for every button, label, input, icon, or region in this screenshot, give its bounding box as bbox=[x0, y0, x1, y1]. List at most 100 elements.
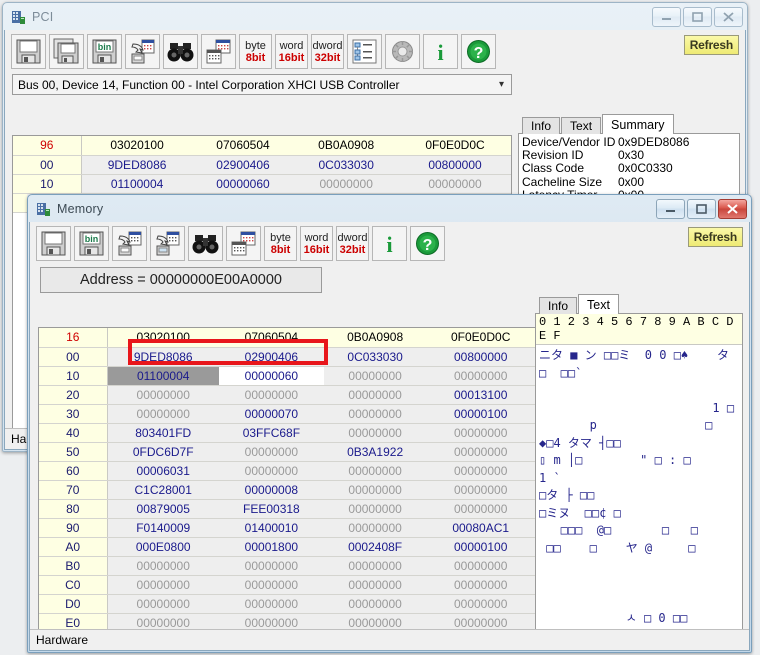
table-row[interactable]: 80 00879005 FEE00318 00000000 00000000 bbox=[39, 499, 535, 519]
pci-tab-text[interactable]: Text bbox=[561, 117, 602, 134]
hex-cell[interactable]: 00000100 bbox=[426, 537, 535, 557]
import-icon[interactable] bbox=[125, 34, 160, 69]
hex-cell[interactable]: 00000000 bbox=[323, 556, 427, 576]
pci-tabs[interactable]: Info Text Summary bbox=[518, 114, 740, 134]
hex-cell[interactable]: 00001800 bbox=[218, 537, 324, 557]
hex-cell[interactable]: 00000100 bbox=[426, 404, 535, 424]
hex-cell[interactable]: 00000000 bbox=[323, 594, 427, 614]
byte-8bit-icon[interactable]: byte 8bit bbox=[239, 34, 272, 69]
table-row[interactable]: 30 00000000 00000070 00000000 00000100 bbox=[39, 404, 535, 424]
minimize-button[interactable] bbox=[652, 7, 681, 27]
pci-toolbar[interactable]: bin byte 8bit word 16bit dword 32bit i ?… bbox=[5, 30, 745, 72]
hex-cell[interactable]: 00000000 bbox=[399, 174, 511, 194]
table-row[interactable]: 10 01100004 00000060 00000000 00000000 bbox=[13, 174, 511, 194]
memory-tab-info[interactable]: Info bbox=[539, 297, 578, 314]
hex-cell[interactable]: 00000070 bbox=[218, 404, 324, 424]
hex-cell[interactable]: 00000000 bbox=[218, 575, 324, 595]
dword-32bit-icon[interactable]: dword 32bit bbox=[311, 34, 344, 69]
hex-cell[interactable]: 00000000 bbox=[107, 575, 219, 595]
hex-cell[interactable]: 0FDC6D7F bbox=[107, 442, 219, 462]
table-row[interactable]: 90 F0140009 01400010 00000000 00080AC1 bbox=[39, 518, 535, 538]
memory-address-field[interactable]: Address = 00000000E00A0000 bbox=[40, 267, 322, 293]
hex-cell[interactable]: 00000000 bbox=[218, 556, 324, 576]
hex-cell[interactable]: 00013100 bbox=[426, 385, 535, 405]
hex-cell[interactable]: 00800000 bbox=[399, 155, 511, 175]
table-row[interactable]: 60 00006031 00000000 00000000 00000000 bbox=[39, 461, 535, 481]
hex-cell[interactable]: 00000000 bbox=[323, 385, 427, 405]
memory-refresh-button[interactable]: Refresh bbox=[687, 227, 743, 247]
hex-cell[interactable]: 00000000 bbox=[323, 366, 427, 386]
maximize-button[interactable] bbox=[687, 199, 716, 219]
hex-cell[interactable]: 02900406 bbox=[218, 347, 324, 367]
memory-hex-grid[interactable]: 16 03020100 07060504 0B0A0908 0F0E0D0C 00 9DED… bbox=[38, 327, 536, 650]
hex-cell[interactable]: 0B3A1922 bbox=[323, 442, 427, 462]
dword-32bit-icon[interactable]: dword 32bit bbox=[336, 226, 369, 261]
info-icon[interactable]: i bbox=[372, 226, 407, 261]
hex-cell[interactable]: 00000000 bbox=[426, 461, 535, 481]
hex-cell[interactable]: 9DED8086 bbox=[81, 155, 193, 175]
pci-tab-info[interactable]: Info bbox=[522, 117, 561, 134]
hex-cell[interactable]: 00000000 bbox=[218, 442, 324, 462]
save-bin-icon[interactable]: bin bbox=[87, 34, 122, 69]
table-icon[interactable] bbox=[201, 34, 236, 69]
pci-titlebar[interactable]: PCI bbox=[4, 4, 746, 30]
word-16bit-icon[interactable]: word 16bit bbox=[275, 34, 308, 69]
hex-cell[interactable]: 00000000 bbox=[293, 174, 400, 194]
import-icon[interactable] bbox=[112, 226, 147, 261]
hex-cell[interactable]: C1C28001 bbox=[107, 480, 219, 500]
hex-cell[interactable]: 01100004 bbox=[81, 174, 193, 194]
table-row[interactable]: 00 9DED8086 02900406 0C033030 00800000 bbox=[13, 155, 511, 175]
hex-cell[interactable]: 00000000 bbox=[426, 499, 535, 519]
table-row[interactable]: D0 00000000 00000000 00000000 00000000 bbox=[39, 594, 535, 614]
hex-cell[interactable]: 0C033030 bbox=[323, 347, 427, 367]
info-icon[interactable]: i bbox=[423, 34, 458, 69]
pci-window-controls[interactable] bbox=[652, 7, 743, 27]
maximize-button[interactable] bbox=[683, 7, 712, 27]
close-button[interactable] bbox=[714, 7, 743, 27]
table-row[interactable]: A0 000E0800 00001800 0002408F 00000100 bbox=[39, 537, 535, 557]
help-icon[interactable]: ? bbox=[461, 34, 496, 69]
hex-cell[interactable]: 00000000 bbox=[107, 385, 219, 405]
save-all-icon[interactable] bbox=[49, 34, 84, 69]
hex-cell[interactable]: 00000000 bbox=[323, 499, 427, 519]
memory-tab-text[interactable]: Text bbox=[578, 294, 619, 314]
table-row[interactable]: 2000000000000000000000000000013100 bbox=[39, 385, 535, 405]
hex-cell[interactable]: 00000060 bbox=[218, 366, 324, 386]
table-row[interactable]: 70 C1C28001 00000008 00000000 00000000 bbox=[39, 480, 535, 500]
hex-cell[interactable]: 00000000 bbox=[426, 442, 535, 462]
hex-cell[interactable]: 01400010 bbox=[218, 518, 324, 538]
hex-cell[interactable]: 9DED8086 bbox=[107, 347, 219, 367]
tree-icon[interactable] bbox=[347, 34, 382, 69]
pci-device-select[interactable]: Bus 00, Device 14, Function 00 - Intel C… bbox=[12, 74, 512, 95]
save-icon[interactable] bbox=[36, 226, 71, 261]
table-row[interactable]: C0 00000000 00000000 00000000 00000000 bbox=[39, 575, 535, 595]
hex-cell[interactable]: 00000000 bbox=[426, 423, 535, 443]
minimize-button[interactable] bbox=[656, 199, 685, 219]
table-row[interactable]: 00 9DED8086 02900406 0C033030 00800000 bbox=[39, 347, 535, 367]
close-button[interactable] bbox=[718, 199, 747, 219]
table-row[interactable]: 10 01100004 00000060 00000000 00000000 bbox=[39, 366, 535, 386]
hex-cell[interactable]: 00000000 bbox=[107, 404, 219, 424]
memory-toolbar[interactable]: bin byte 8bit word 16bit dword 32bit i ?… bbox=[30, 222, 749, 264]
hex-cell[interactable]: 02900406 bbox=[192, 155, 294, 175]
memory-tabs[interactable]: Info Text bbox=[535, 294, 743, 314]
hex-cell[interactable]: 00000000 bbox=[426, 575, 535, 595]
memory-window[interactable]: Memory bin byte 8bit word 16bit dword 32… bbox=[27, 194, 752, 653]
save-icon[interactable] bbox=[11, 34, 46, 69]
hex-cell[interactable]: 00000000 bbox=[426, 366, 535, 386]
save-bin-icon[interactable]: bin bbox=[74, 226, 109, 261]
table-icon[interactable] bbox=[226, 226, 261, 261]
pci-tab-summary[interactable]: Summary bbox=[602, 114, 674, 134]
hex-cell[interactable]: 00000008 bbox=[218, 480, 324, 500]
hex-cell[interactable]: 803401FD bbox=[107, 423, 219, 443]
table-row[interactable]: 40 803401FD 03FFC68F 00000000 00000000 bbox=[39, 423, 535, 443]
hex-cell[interactable]: F0140009 bbox=[107, 518, 219, 538]
hex-cell[interactable]: 00000000 bbox=[107, 594, 219, 614]
binoculars-icon[interactable] bbox=[163, 34, 198, 69]
hex-cell[interactable]: 00000000 bbox=[323, 575, 427, 595]
table-row[interactable]: B0 00000000 00000000 00000000 00000000 bbox=[39, 556, 535, 576]
hex-cell[interactable]: 0002408F bbox=[323, 537, 427, 557]
hex-cell[interactable]: 00080AC1 bbox=[426, 518, 535, 538]
hex-cell[interactable]: 00000000 bbox=[426, 594, 535, 614]
hex-cell[interactable]: 00000000 bbox=[323, 423, 427, 443]
